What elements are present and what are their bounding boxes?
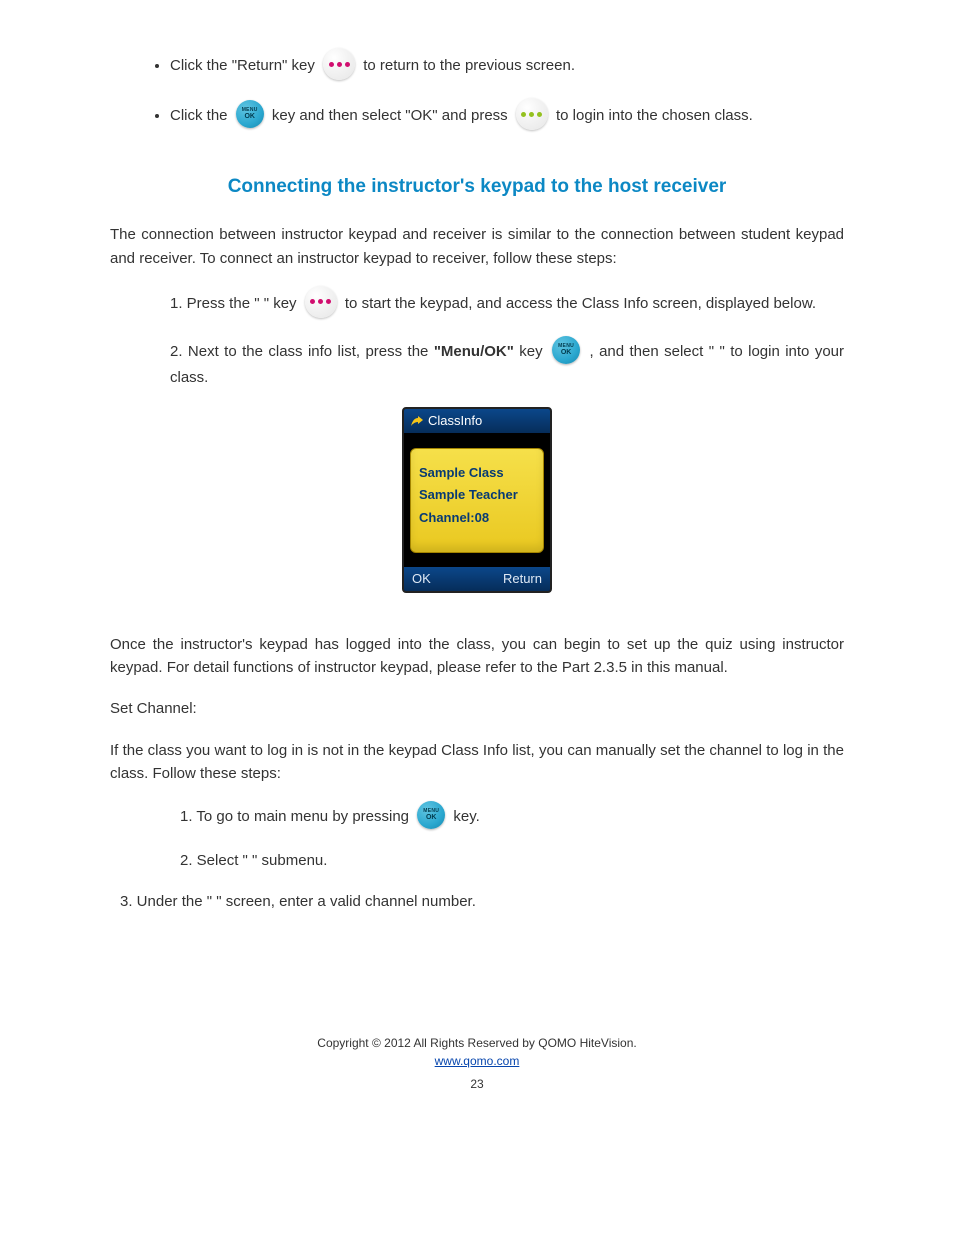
teacher-name: Sample Teacher	[419, 485, 535, 505]
text: submenu.	[257, 852, 327, 869]
text: key and then select	[272, 107, 405, 124]
set-channel-desc: If the class you want to log in is not i…	[110, 739, 844, 786]
ok-quoted: "OK"	[405, 107, 437, 124]
menuok-quoted: "Menu/OK"	[428, 343, 519, 360]
text: 1. Press the	[170, 295, 250, 312]
menu-ok-icon: MENUOK	[417, 801, 445, 829]
dots-pink-icon	[305, 286, 337, 318]
text: 3. Under the	[120, 893, 207, 910]
page-number: 23	[110, 1075, 844, 1094]
text: , and then select	[589, 343, 708, 360]
text: Click the	[170, 57, 232, 74]
dots-pink-icon	[323, 48, 355, 80]
text: to login into the chosen class.	[556, 107, 753, 124]
signal-icon	[410, 415, 424, 427]
bullet-return: Click the "Return" key to return to the …	[170, 50, 844, 82]
page-footer: Copyright © 2012 All Rights Reserved by …	[110, 1034, 844, 1094]
empty-quoted: " "	[709, 343, 725, 360]
return-quoted: "Return"	[232, 57, 288, 74]
top-bullet-list: Click the "Return" key to return to the …	[110, 50, 844, 132]
device-ok: OK	[412, 569, 431, 589]
empty-quoted: " "	[243, 852, 258, 869]
section-heading: Connecting the instructor's keypad to th…	[110, 172, 844, 201]
text: 2. Next to the class info list, press th…	[170, 343, 428, 360]
device-return: Return	[503, 569, 542, 589]
device-title: ClassInfo	[428, 411, 482, 431]
setchan-step-3: 3. Under the " " screen, enter a valid c…	[120, 890, 844, 913]
text: key	[273, 295, 301, 312]
text: key	[519, 343, 548, 360]
bullet-ok: Click the MENUOK key and then select "OK…	[170, 100, 844, 132]
menu-ok-icon: MENUOK	[552, 336, 580, 364]
text: screen, enter a valid channel number.	[222, 893, 476, 910]
text: to start the keypad, and access the Clas…	[345, 295, 816, 312]
text: key	[287, 57, 319, 74]
text: Click the	[170, 107, 232, 124]
step-2: 2. Next to the class info list, press th…	[170, 338, 844, 389]
dots-green-icon	[516, 98, 548, 130]
post-figure-paragraph: Once the instructor's keypad has logged …	[110, 633, 844, 680]
device-figure: ClassInfo Sample Class Sample Teacher Ch…	[402, 407, 552, 593]
copyright-text: Copyright © 2012 All Rights Reserved by …	[317, 1036, 636, 1050]
step-1: 1. Press the " " key to start the keypad…	[170, 288, 844, 320]
set-channel-title: Set Channel:	[110, 697, 844, 720]
empty-quoted: " "	[207, 893, 222, 910]
text: and press	[442, 107, 512, 124]
text: 2. Select	[180, 852, 243, 869]
text: key.	[453, 808, 479, 825]
device-titlebar: ClassInfo	[404, 409, 550, 434]
footer-link[interactable]: www.qomo.com	[435, 1054, 520, 1068]
menu-ok-icon: MENUOK	[236, 100, 264, 128]
text: 1. To go to main menu by pressing	[180, 808, 413, 825]
channel-no: Channel:08	[419, 508, 535, 528]
classinfo-card: Sample Class Sample Teacher Channel:08	[410, 448, 544, 552]
setchan-step-2: 2. Select " " submenu.	[180, 849, 844, 872]
empty-quoted: " "	[250, 295, 273, 312]
class-name: Sample Class	[419, 463, 535, 483]
text: to return to the previous screen.	[363, 57, 575, 74]
setchan-step-1: 1. To go to main menu by pressing MENUOK…	[180, 803, 844, 831]
intro-paragraph: The connection between instructor keypad…	[110, 223, 844, 270]
